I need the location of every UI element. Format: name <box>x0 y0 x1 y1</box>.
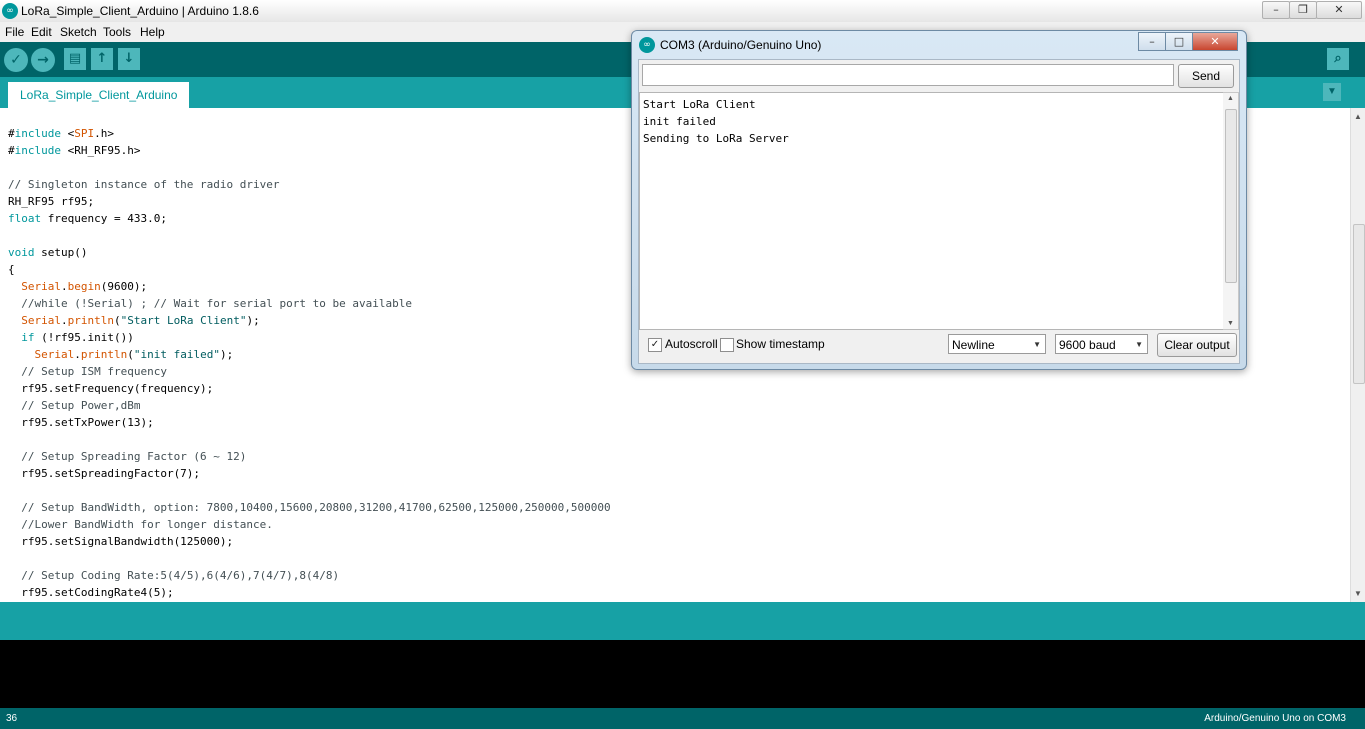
serial-maximize-button[interactable]: □ <box>1165 32 1193 51</box>
editor-scrollbar[interactable]: ▲ ▼ <box>1350 108 1365 602</box>
serial-output-area[interactable]: Start LoRa Client init failed Sending to… <box>639 92 1224 330</box>
serial-close-button[interactable]: ✕ <box>1192 32 1238 51</box>
scroll-up-icon[interactable]: ▲ <box>1354 112 1362 121</box>
serial-scroll-thumb[interactable] <box>1225 109 1237 283</box>
autoscroll-checkbox[interactable]: ✓ <box>648 338 662 352</box>
clear-output-button[interactable]: Clear output <box>1157 333 1237 357</box>
save-sketch-icon[interactable]: ↓ <box>118 48 140 70</box>
verify-icon[interactable]: ✓ <box>4 48 28 72</box>
close-button[interactable]: ✕ <box>1316 1 1362 19</box>
show-timestamp-checkbox[interactable] <box>720 338 734 352</box>
menu-tools[interactable]: Tools <box>103 25 131 39</box>
autoscroll-label: Autoscroll <box>665 337 718 351</box>
minimize-button[interactable]: – <box>1262 1 1290 19</box>
open-sketch-icon[interactable]: ↑ <box>91 48 113 70</box>
editor-scroll-thumb[interactable] <box>1353 224 1365 384</box>
new-sketch-icon[interactable]: ▤ <box>64 48 86 70</box>
scroll-up-icon[interactable]: ▲ <box>1227 95 1234 102</box>
menu-file[interactable]: File <box>5 25 24 39</box>
baud-rate-value: 9600 baud <box>1059 338 1116 352</box>
serial-monitor-window: ∞ COM3 (Arduino/Genuino Uno) – □ ✕ Send … <box>631 30 1247 370</box>
serial-monitor-body: Send Start LoRa Client init failed Sendi… <box>638 59 1240 364</box>
menu-help[interactable]: Help <box>140 25 165 39</box>
console-output <box>0 640 1365 708</box>
window-title: LoRa_Simple_Client_Arduino | Arduino 1.8… <box>21 4 259 18</box>
arduino-logo-icon: ∞ <box>639 37 655 53</box>
line-number: 36 <box>6 713 18 724</box>
arduino-logo-icon: ∞ <box>2 3 18 19</box>
menu-edit[interactable]: Edit <box>31 25 52 39</box>
scroll-down-icon[interactable]: ▼ <box>1227 320 1234 327</box>
serial-minimize-button[interactable]: – <box>1138 32 1166 51</box>
line-ending-select[interactable]: Newline ▼ <box>948 334 1046 354</box>
serial-monitor-title: COM3 (Arduino/Genuino Uno) <box>660 38 822 52</box>
chevron-down-icon: ▼ <box>1135 340 1143 349</box>
tab-menu-icon[interactable]: ▼ <box>1323 83 1341 101</box>
send-button[interactable]: Send <box>1178 64 1234 88</box>
chevron-down-icon: ▼ <box>1033 340 1041 349</box>
serial-monitor-icon[interactable]: ⌕ <box>1327 48 1349 70</box>
title-bar: ∞ LoRa_Simple_Client_Arduino | Arduino 1… <box>0 0 1365 23</box>
serial-output-text: Start LoRa Client init failed Sending to… <box>643 98 789 145</box>
status-bar: 36 Arduino/Genuino Uno on COM3 <box>0 708 1365 729</box>
line-ending-value: Newline <box>952 338 995 352</box>
message-area <box>0 602 1365 640</box>
scroll-down-icon[interactable]: ▼ <box>1354 589 1362 598</box>
restore-button[interactable]: ❐ <box>1289 1 1317 19</box>
menu-sketch[interactable]: Sketch <box>60 25 97 39</box>
serial-output-scrollbar[interactable]: ▲ ▼ <box>1223 92 1239 330</box>
baud-rate-select[interactable]: 9600 baud ▼ <box>1055 334 1148 354</box>
tab-sketch[interactable]: LoRa_Simple_Client_Arduino <box>8 82 190 108</box>
show-timestamp-label: Show timestamp <box>736 337 825 351</box>
serial-send-input[interactable] <box>642 64 1174 86</box>
upload-icon[interactable]: → <box>31 48 55 72</box>
board-port-label: Arduino/Genuino Uno on COM3 <box>1204 713 1346 724</box>
